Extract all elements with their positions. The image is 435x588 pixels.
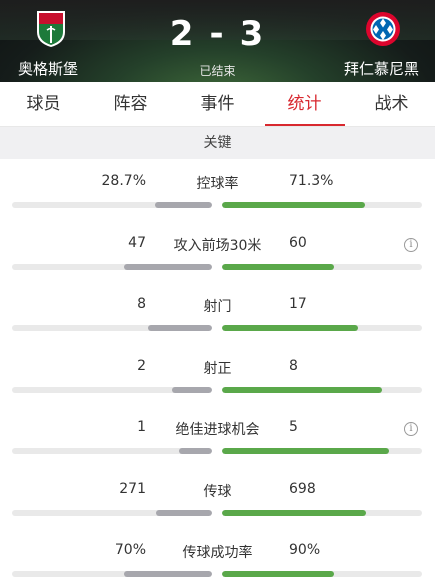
- home-bar: [12, 448, 212, 454]
- away-value: 60: [289, 234, 307, 251]
- tab-stats[interactable]: 统计: [261, 82, 348, 126]
- away-bar-fill: [222, 448, 389, 454]
- away-bar-fill: [222, 202, 365, 208]
- stat-row-big-chances: 1 绝佳进球机会 5 i: [0, 405, 435, 467]
- home-bar-fill: [154, 202, 212, 208]
- score-separator: -: [209, 14, 226, 54]
- stat-row-pass-accuracy: 70% 传球成功率 90%: [0, 528, 435, 588]
- home-score: 2: [169, 14, 196, 54]
- home-bar: [12, 386, 212, 393]
- home-bar-fill: [124, 571, 212, 577]
- home-bar: [12, 571, 212, 577]
- away-bar: [222, 263, 422, 270]
- home-bar: [12, 202, 212, 208]
- section-title: 关键: [0, 127, 435, 159]
- away-value: 5: [289, 419, 298, 435]
- away-bar-fill: [222, 386, 382, 393]
- away-value: 698: [289, 480, 316, 497]
- away-bar: [222, 571, 422, 577]
- stat-label: 控球率: [196, 176, 239, 192]
- stat-label: 传球: [203, 483, 232, 500]
- away-bar: [222, 386, 422, 393]
- away-bar: [222, 448, 422, 454]
- info-circle-icon[interactable]: i: [404, 422, 418, 436]
- away-value: 8: [289, 357, 298, 374]
- stat-row-passes: 271 传球 698: [0, 467, 435, 529]
- away-bar: [222, 202, 422, 208]
- stat-row-final-third-entries: 47 攻入前场30米 60 i: [0, 221, 435, 283]
- away-bar: [222, 325, 422, 331]
- away-bar-fill: [222, 325, 358, 331]
- stat-row-shots-on-target: 2 射正 8: [0, 344, 435, 406]
- tab-players[interactable]: 球员: [0, 82, 87, 126]
- away-score: 3: [239, 14, 266, 54]
- home-bar-fill: [148, 325, 212, 331]
- match-status: 已结束: [199, 64, 236, 78]
- scoreboard: 2-3: [0, 14, 435, 54]
- home-bar: [12, 263, 212, 270]
- stat-label: 传球成功率: [182, 545, 253, 561]
- stat-label: 攻入前场30米: [173, 237, 262, 254]
- away-bar-fill: [222, 571, 334, 577]
- info-circle-icon[interactable]: i: [404, 237, 418, 252]
- home-bar-fill: [156, 509, 212, 516]
- tab-lineup[interactable]: 阵容: [87, 82, 174, 126]
- stat-row-possession: 28.7% 控球率 71.3%: [0, 159, 435, 221]
- stat-label: 射门: [203, 299, 232, 315]
- tab-bar: 球员 阵容 事件 统计 战术: [0, 82, 435, 127]
- away-value: 71.3%: [289, 173, 334, 189]
- away-value: 17: [289, 296, 307, 312]
- stat-row-shots: 8 射门 17: [0, 282, 435, 344]
- home-bar: [12, 325, 212, 331]
- tab-events[interactable]: 事件: [174, 82, 261, 126]
- stat-label: 绝佳进球机会: [175, 422, 260, 438]
- home-bar-fill: [124, 263, 212, 270]
- away-bar-fill: [222, 509, 366, 516]
- tab-tactics[interactable]: 战术: [348, 82, 435, 126]
- away-bar: [222, 509, 422, 516]
- away-value: 90%: [289, 542, 321, 558]
- home-bar: [12, 509, 212, 516]
- stats-list: 28.7% 控球率 71.3% 47 攻入前场30米 60 i 8 射门 17 …: [0, 159, 435, 588]
- home-bar-fill: [178, 448, 212, 454]
- stat-label: 射正: [203, 360, 232, 377]
- match-header: 奥格斯堡 拜仁慕尼黑 2-3 已结束: [0, 0, 435, 82]
- away-bar-fill: [222, 263, 334, 270]
- home-bar-fill: [172, 386, 212, 393]
